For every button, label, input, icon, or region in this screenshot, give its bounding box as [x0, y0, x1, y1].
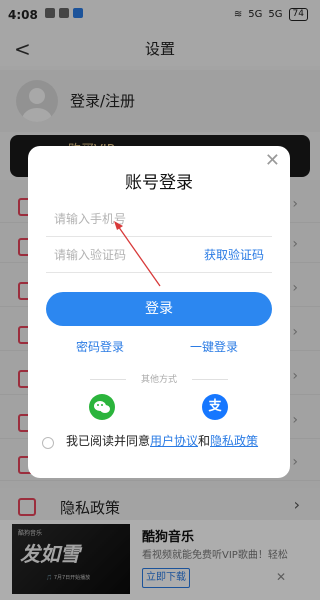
annotation-arrow — [114, 221, 161, 287]
